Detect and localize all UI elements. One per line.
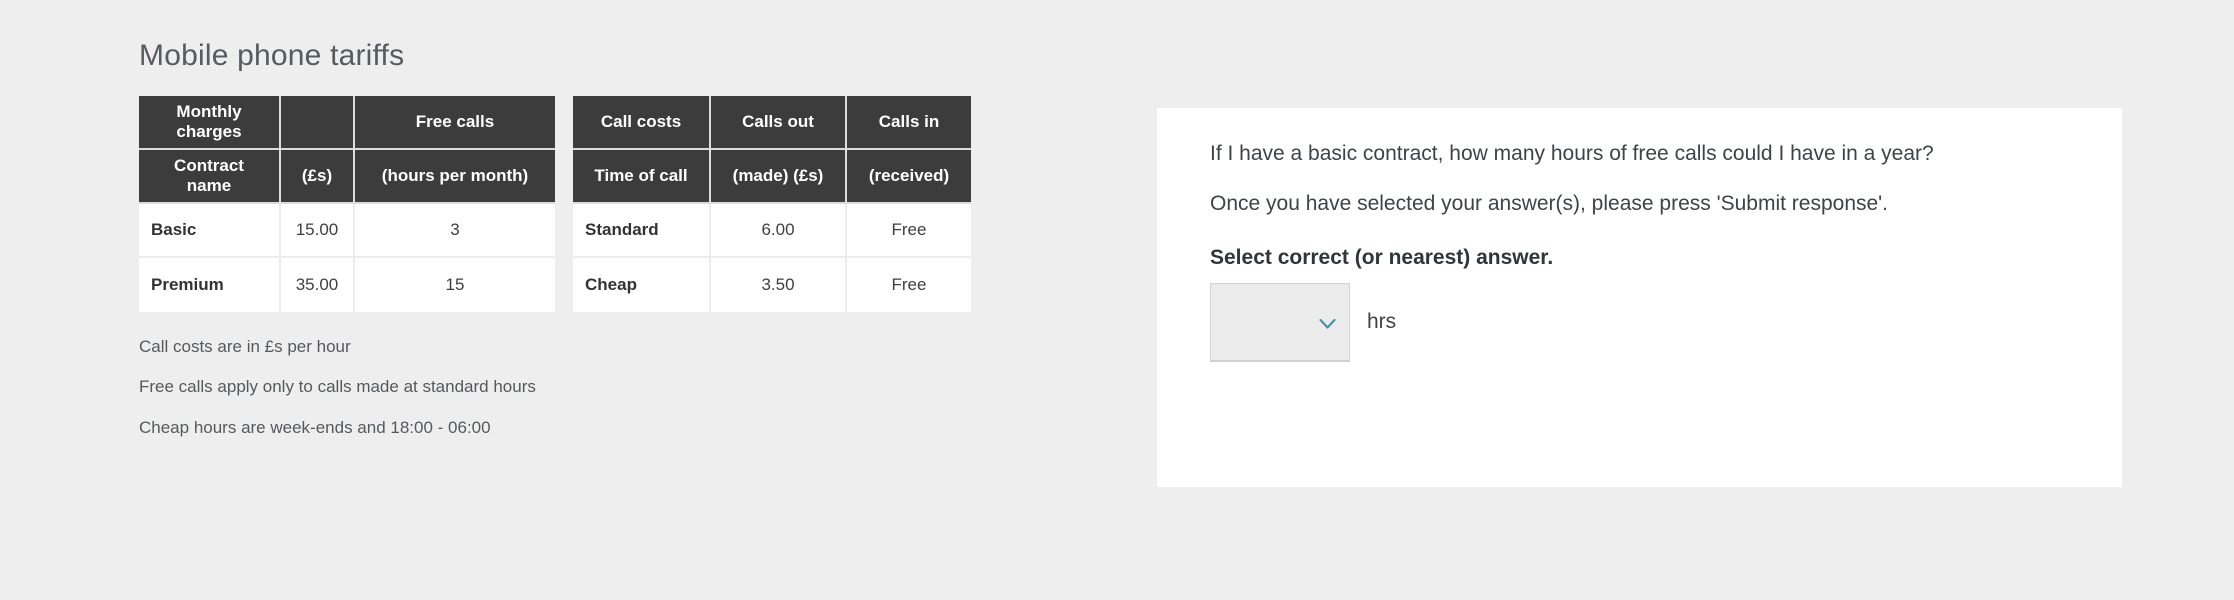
cell-free-hours: 3 [355, 204, 555, 258]
table-header: Call costs Calls out Calls in Time of ca… [573, 96, 971, 204]
note-call-costs-unit: Call costs are in £s per hour [139, 337, 351, 356]
cell-monthly-cost: 35.00 [281, 258, 355, 312]
table-row: Standard 6.00 Free [573, 204, 971, 258]
header-row-sub: Contract name (£s) (hours per month) [139, 150, 555, 204]
subheader-time-of-call: Time of call [573, 150, 711, 204]
cell-calls-in-cost: Free [847, 204, 971, 258]
table-call-costs: Call costs Calls out Calls in Time of ca… [573, 96, 971, 312]
table-row: Cheap 3.50 Free [573, 258, 971, 312]
cell-calls-out-cost: 6.00 [711, 204, 847, 258]
note-free-calls-condition: Free calls apply only to calls made at s… [139, 377, 536, 397]
submit-instruction-text: Once you have selected your answer(s), p… [1210, 191, 1889, 215]
question-panel: If I have a basic contract, how many hou… [1157, 108, 2122, 487]
header-row-top: Call costs Calls out Calls in [573, 96, 971, 150]
answer-row: hrs [1210, 282, 2062, 361]
subheader-hours-per-month: (hours per month) [355, 150, 555, 204]
header-monthly-charges: Monthly charges [139, 96, 281, 150]
header-blank [281, 96, 355, 150]
table-monthly-charges: Monthly charges Free calls Contract name… [139, 96, 555, 312]
stimulus-area: Mobile phone tariffs Monthly charges Fre… [139, 38, 1039, 438]
table-notes: Call costs are in £s per hour Free calls… [139, 337, 1039, 438]
cell-free-hours: 15 [355, 258, 555, 312]
subheader-made-pounds: (made) (£s) [711, 150, 847, 204]
table-row: Premium 35.00 15 [139, 258, 555, 312]
cell-calls-in-cost: Free [847, 258, 971, 312]
page-root: Mobile phone tariffs Monthly charges Fre… [0, 0, 2234, 600]
chevron-down-icon [1319, 316, 1336, 329]
header-row-top: Monthly charges Free calls [139, 96, 555, 150]
answer-prompt-label: Select correct (or nearest) answer. [1210, 245, 1554, 269]
note-cheap-hours: Cheap hours are week-ends and 18:00 - 06… [139, 417, 491, 437]
page-title: Mobile phone tariffs [139, 39, 405, 72]
table-header: Monthly charges Free calls Contract name… [139, 96, 555, 204]
cell-monthly-cost: 15.00 [281, 204, 355, 258]
table-body: Standard 6.00 Free Cheap 3.50 Free [573, 204, 971, 312]
table-body: Basic 15.00 3 Premium 35.00 15 [139, 204, 555, 312]
cell-time-of-call: Cheap [573, 258, 711, 312]
header-free-calls: Free calls [355, 96, 555, 150]
tables-row: Monthly charges Free calls Contract name… [139, 96, 1039, 312]
answer-select-value [1211, 284, 1349, 304]
cell-contract-name: Premium [139, 258, 281, 312]
subheader-received: (received) [847, 150, 971, 204]
header-call-costs: Call costs [573, 96, 711, 150]
answer-unit-label: hrs [1367, 309, 1397, 333]
question-text: If I have a basic contract, how many hou… [1210, 142, 1934, 165]
table-row: Basic 15.00 3 [139, 204, 555, 258]
cell-calls-out-cost: 3.50 [711, 258, 847, 312]
cell-time-of-call: Standard [573, 204, 711, 258]
header-calls-in: Calls in [847, 96, 971, 150]
subheader-contract-name: Contract name [139, 150, 281, 204]
header-row-sub: Time of call (made) (£s) (received) [573, 150, 971, 204]
subheader-pounds: (£s) [281, 150, 355, 204]
cell-contract-name: Basic [139, 204, 281, 258]
question-panel-inner: If I have a basic contract, how many hou… [1157, 108, 2122, 361]
header-calls-out: Calls out [711, 96, 847, 150]
answer-select[interactable] [1210, 282, 1350, 361]
